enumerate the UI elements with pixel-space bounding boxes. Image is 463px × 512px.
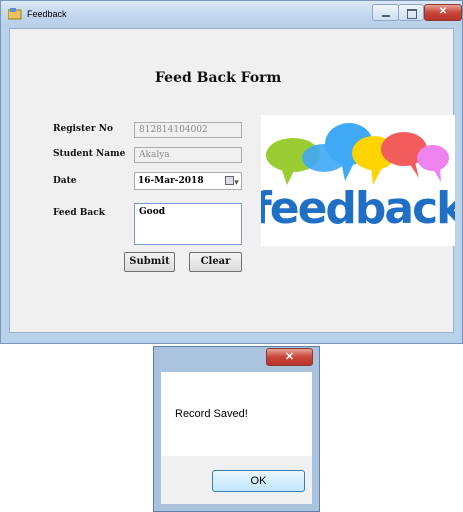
clear-button[interactable]: Clear [189, 252, 242, 272]
window-title: Feedback [27, 9, 67, 19]
app-icon [8, 8, 22, 20]
minimize-icon [382, 15, 390, 17]
feedback-textarea[interactable]: Good [134, 203, 242, 245]
title-bar[interactable]: Feedback ✕ [1, 1, 462, 28]
dialog-close-button[interactable]: ✕ [266, 348, 313, 366]
dialog-body: Record Saved! [161, 372, 312, 456]
record-saved-dialog: ✕ Record Saved! OK [153, 346, 320, 512]
ok-button[interactable]: OK [212, 470, 305, 492]
student-name-label: Student Name [53, 149, 126, 159]
student-name-field[interactable]: Akalya [134, 147, 242, 163]
feedback-speech-bubbles-icon: feedback [253, 123, 463, 234]
close-icon: ✕ [284, 351, 295, 363]
dialog-footer: OK [161, 456, 312, 504]
feedback-logo-image: feedback [253, 115, 463, 246]
close-button[interactable]: ✕ [424, 4, 462, 21]
date-label: Date [53, 176, 77, 186]
feedback-word: feedback [261, 183, 455, 234]
maximize-button[interactable] [398, 4, 424, 21]
maximize-icon [407, 9, 417, 19]
date-value: 16-Mar-2018 [138, 176, 204, 186]
feedback-label: Feed Back [53, 208, 105, 218]
date-picker[interactable]: 16-Mar-2018 ▾ [134, 172, 242, 190]
submit-button[interactable]: Submit [124, 252, 175, 272]
dialog-message: Record Saved! [175, 408, 248, 420]
minimize-button[interactable] [372, 4, 399, 21]
register-no-field[interactable]: 812814104002 [134, 122, 242, 138]
close-icon: ✕ [438, 6, 448, 17]
form-heading: Feed Back Form [155, 70, 282, 86]
calendar-dropdown-icon[interactable]: ▾ [224, 174, 240, 188]
register-no-label: Register No [53, 124, 113, 134]
